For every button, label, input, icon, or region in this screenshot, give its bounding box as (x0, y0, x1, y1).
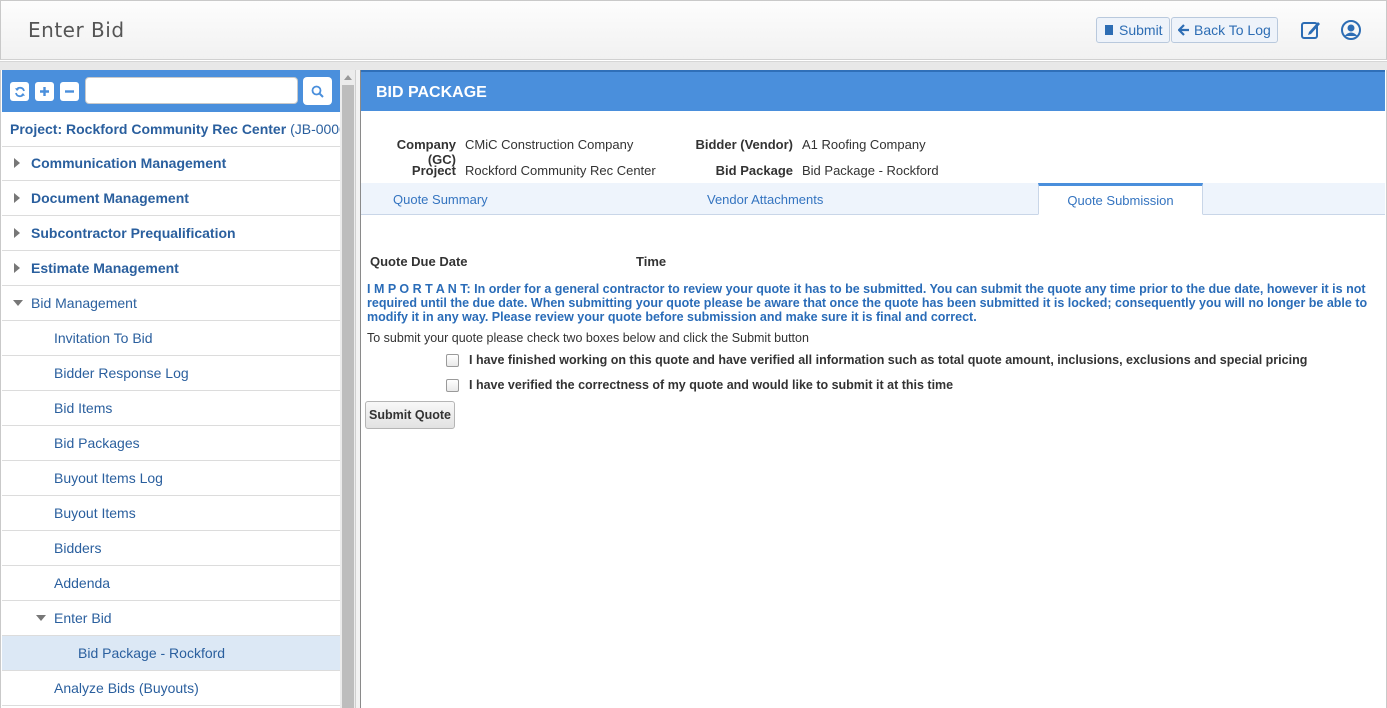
main-panel: BID PACKAGE Company (GC) CMiC Constructi… (361, 70, 1387, 708)
caret-down-icon (36, 615, 46, 621)
refresh-icon (14, 86, 25, 97)
tree-item-label: Estimate Management (31, 260, 179, 276)
tree-item-addenda[interactable]: Addenda (2, 566, 340, 601)
confirm-correct-checkbox[interactable] (446, 378, 459, 392)
arrow-left-icon (1178, 24, 1189, 36)
tree-search-input[interactable] (85, 77, 298, 104)
tree-item-bid-packages[interactable]: Bid Packages (2, 426, 340, 461)
tree-item-label: Buyout Items Log (54, 470, 163, 486)
tree-item-label: Subcontractor Prequalification (31, 225, 236, 241)
tree-item-bid-items[interactable]: Bid Items (2, 391, 340, 426)
project-label: Project (411, 163, 456, 178)
bid-package-value: Bid Package - Rockford (802, 163, 939, 178)
tree-item-document-management[interactable]: Document Management (2, 181, 340, 216)
caret-right-icon (14, 193, 20, 203)
caret-down-icon (13, 300, 23, 306)
tab-quote-summary[interactable]: Quote Summary (393, 183, 488, 215)
tree-item-buyout-items[interactable]: Buyout Items (2, 496, 340, 531)
tree-item-buyout-items-log[interactable]: Buyout Items Log (2, 461, 340, 496)
tree-item-label: Enter Bid (54, 610, 112, 626)
refresh-button[interactable] (10, 82, 29, 101)
tree-item-analyze-bids[interactable]: Analyze Bids (Buyouts) (2, 671, 340, 706)
confirm-finished-row: I have finished working on this quote an… (446, 353, 1307, 367)
tree-toolbar (2, 70, 340, 112)
submit-button-label: Submit (1119, 22, 1163, 38)
tree-item-enter-bid[interactable]: Enter Bid (2, 601, 340, 636)
tree-item-label: Document Management (31, 190, 189, 206)
confirm-finished-label: I have finished working on this quote an… (469, 353, 1308, 367)
header-separator (0, 61, 1387, 70)
confirm-correct-label: I have verified the correctness of my qu… (469, 378, 954, 392)
submit-button[interactable]: Submit (1096, 17, 1170, 43)
scrollbar-thumb[interactable] (342, 85, 354, 708)
scroll-up-icon[interactable] (344, 75, 352, 80)
submit-quote-button[interactable]: Submit Quote (365, 401, 455, 429)
tree-item-bidders[interactable]: Bidders (2, 531, 340, 566)
bidder-value: A1 Roofing Company (802, 137, 926, 152)
caret-right-icon (14, 158, 20, 168)
time-label: Time (636, 254, 667, 269)
plus-icon (40, 87, 49, 96)
tree-item-label: Bidder Response Log (54, 365, 189, 381)
tree-item-bidder-response-log[interactable]: Bidder Response Log (2, 356, 340, 391)
confirm-correct-row: I have verified the correctness of my qu… (446, 378, 953, 392)
important-notice: I M P O R T A N T: In order for a genera… (367, 282, 1368, 324)
sidebar-scrollbar[interactable] (340, 70, 355, 708)
tree-item-label: Communication Management (31, 155, 227, 171)
tree-search-button[interactable] (303, 77, 332, 105)
tree-item-estimate-management[interactable]: Estimate Management (2, 251, 340, 286)
tree-item-subcontractor-prequalification[interactable]: Subcontractor Prequalification (2, 216, 340, 251)
tree-item-label: Bidders (54, 540, 102, 556)
tree-item-label: Invitation To Bid (54, 330, 153, 346)
project-name: Project: Rockford Community Rec Center (10, 121, 287, 137)
search-icon (311, 85, 324, 98)
project-value: Rockford Community Rec Center (465, 163, 656, 178)
collapse-all-button[interactable] (60, 82, 79, 101)
tab-bar: Quote Summary Vendor Attachments Quote S… (361, 183, 1385, 215)
caret-right-icon (14, 263, 20, 273)
tree-item-communication-management[interactable]: Communication Management (2, 146, 340, 181)
edit-icon[interactable] (1299, 18, 1323, 42)
navigation-tree: Communication Management Document Manage… (2, 146, 340, 706)
tab-quote-submission[interactable]: Quote Submission (1038, 183, 1203, 215)
tab-vendor-attachments[interactable]: Vendor Attachments (707, 183, 823, 215)
bidder-label: Bidder (Vendor) (695, 137, 793, 152)
page-title: Enter Bid (28, 18, 125, 42)
minus-icon (65, 90, 74, 93)
company-value: CMiC Construction Company (465, 137, 634, 152)
user-icon[interactable] (1339, 18, 1363, 42)
tree-item-invitation-to-bid[interactable]: Invitation To Bid (2, 321, 340, 356)
tree-item-label: Analyze Bids (Buyouts) (54, 680, 199, 696)
quote-due-date-label: Quote Due Date (370, 254, 468, 269)
tree-item-label: Bid Packages (54, 435, 140, 451)
section-title: BID PACKAGE (361, 70, 1385, 111)
submit-instruction: To submit your quote please check two bo… (367, 331, 809, 345)
expand-all-button[interactable] (35, 82, 54, 101)
navigation-panel: Project: Rockford Community Rec Center (… (0, 70, 355, 708)
confirm-finished-checkbox[interactable] (446, 353, 459, 367)
caret-right-icon (14, 228, 20, 238)
bid-package-label: Bid Package (715, 163, 793, 178)
back-to-log-button[interactable]: Back To Log (1171, 17, 1278, 43)
tree-item-label: Bid Package - Rockford (78, 645, 226, 661)
tree-item-label: Addenda (54, 575, 111, 591)
tree-item-label: Bid Management (31, 295, 137, 311)
tree-item-label: Bid Items (54, 400, 113, 416)
project-header: Project: Rockford Community Rec Center (… (2, 112, 355, 147)
back-to-log-label: Back To Log (1194, 22, 1271, 38)
tree-item-label: Buyout Items (54, 505, 136, 521)
app-header: Enter Bid Submit Back To Log (0, 0, 1387, 60)
book-icon (1105, 25, 1113, 35)
tree-item-bid-management[interactable]: Bid Management (2, 286, 340, 321)
tree-item-bid-package-rockford[interactable]: Bid Package - Rockford (2, 636, 340, 671)
